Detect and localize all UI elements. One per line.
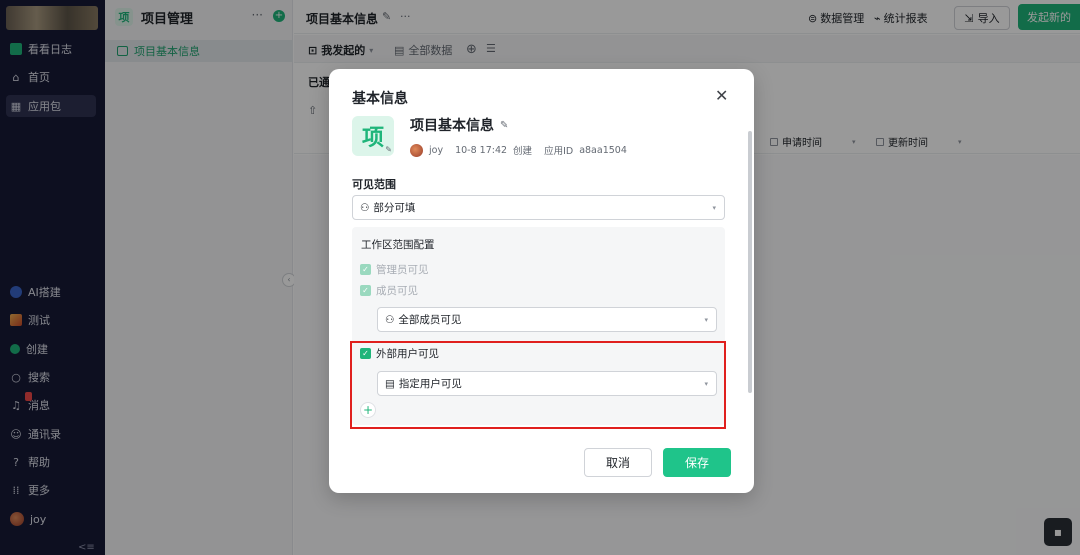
chevron-down-icon: ▾ [704, 316, 708, 324]
app-meta: joy 10-8 17:42 创建 应用ID a8aa1504 [410, 143, 627, 157]
visibility-value: 部分可填 [373, 202, 416, 214]
edit-name-icon[interactable]: ✎ [500, 120, 508, 131]
checkbox-checked-icon: ✓ [360, 264, 371, 275]
edit-icon: ✎ [385, 145, 392, 154]
close-icon[interactable]: ✕ [715, 86, 728, 105]
checkbox-label: 管理员可见 [376, 264, 429, 276]
app-name: 项目基本信息 ✎ [410, 115, 508, 135]
member-scope-select[interactable]: ⚇ 全部成员可见 ▾ [377, 307, 717, 332]
app-id-value: a8aa1504 [579, 144, 627, 156]
checkbox-label: 成员可见 [376, 285, 418, 297]
created-label: 创建 [513, 146, 533, 157]
member-scope-value: 全部成员可见 [398, 314, 462, 326]
users-icon: ⚇ [385, 313, 395, 326]
checkbox-checked-icon: ✓ [360, 285, 371, 296]
visibility-label: 可见范围 [352, 178, 396, 191]
created-time: 10-8 17:42 [455, 144, 508, 156]
save-button[interactable]: 保存 [663, 448, 731, 477]
member-visible-checkbox: ✓ 成员可见 [360, 283, 418, 298]
basic-info-dialog: 基本信息 ✕ 项 ✎ 项目基本信息 ✎ joy 10-8 17:42 创建 应用… [329, 69, 754, 493]
app-id-label: 应用ID [544, 146, 574, 157]
admin-visible-checkbox: ✓ 管理员可见 [360, 262, 429, 277]
highlight-annotation [350, 341, 726, 429]
app-icon-char: 项 [361, 126, 384, 151]
dialog-title: 基本信息 [352, 91, 408, 107]
chevron-down-icon: ▾ [712, 204, 716, 212]
app-icon[interactable]: 项 ✎ [352, 116, 394, 156]
creator-name: joy [429, 144, 444, 156]
workspace-config-title: 工作区范围配置 [361, 239, 435, 251]
avatar [410, 143, 423, 157]
visibility-select[interactable]: ⚇ 部分可填 ▾ [352, 195, 725, 220]
dialog-scrollbar[interactable] [748, 131, 752, 393]
app-name-text: 项目基本信息 [410, 118, 494, 134]
cancel-button[interactable]: 取消 [584, 448, 652, 477]
users-icon: ⚇ [360, 201, 370, 214]
